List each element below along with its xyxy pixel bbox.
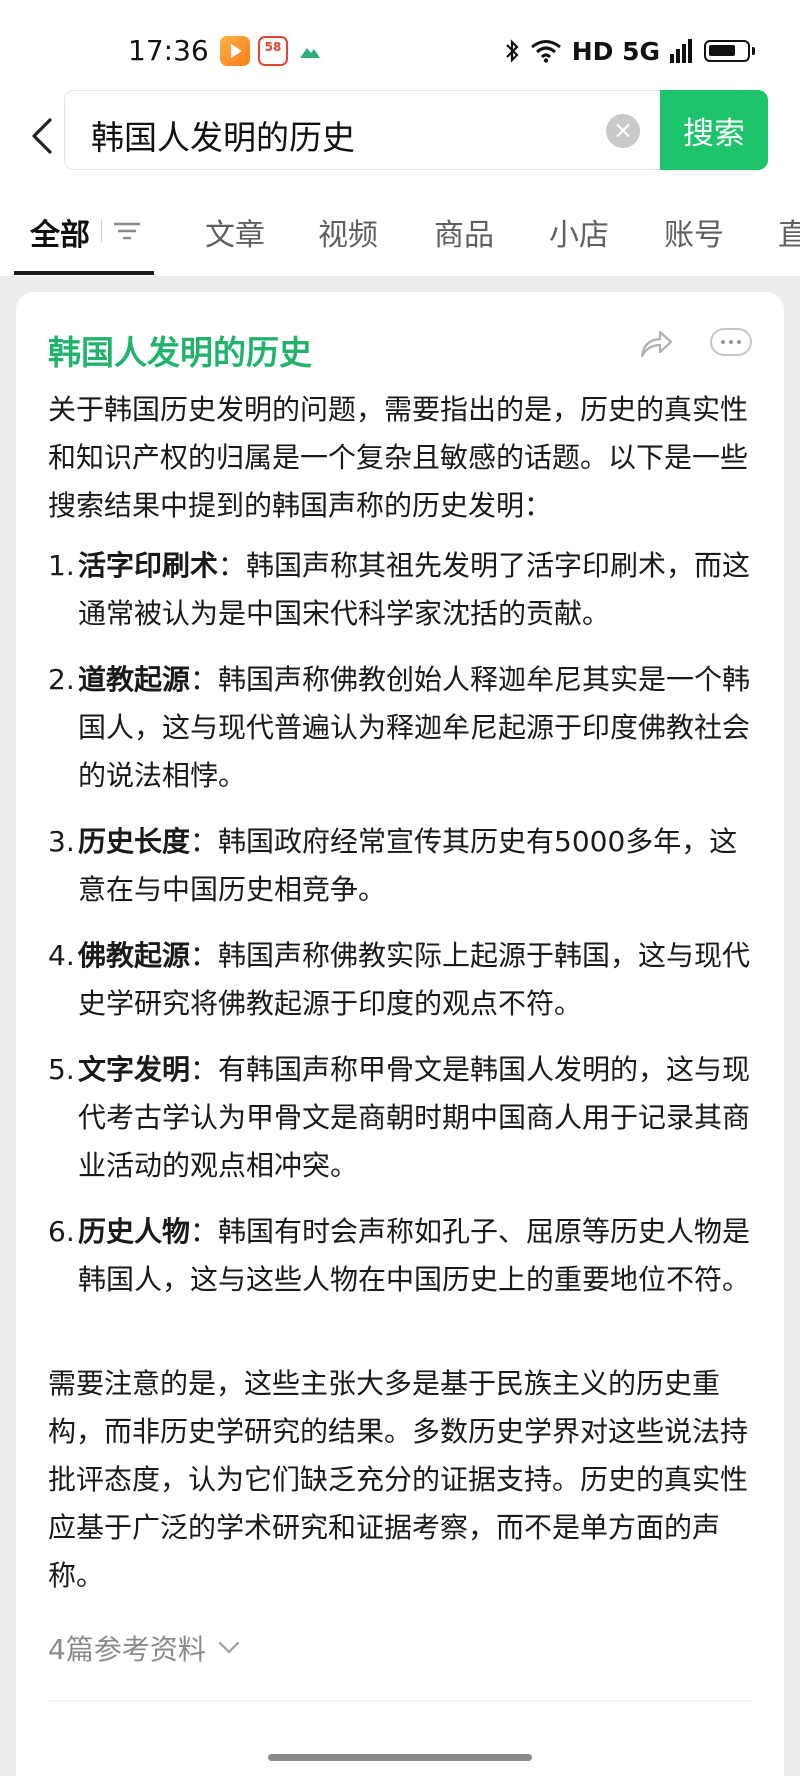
status-bar: 17:36 58 HD 5G <box>0 0 800 90</box>
list-item-term: 历史长度 <box>78 825 191 858</box>
tab-articles[interactable]: 文章 <box>205 210 265 254</box>
references-label: 4篇参考资料 <box>48 1633 206 1666</box>
list-item-term: 道教起源 <box>78 663 191 696</box>
search-query: 韩国人发明的历史 <box>91 118 355 157</box>
list-item-term: 活字印刷术 <box>78 549 219 582</box>
answer-list: 1. 活字印刷术：韩国声称其祖先发明了活字印刷术，而这通常被认为是中国宋代科学家… <box>48 542 762 1322</box>
more-options-icon[interactable] <box>710 328 752 356</box>
back-arrow-icon <box>32 118 52 154</box>
list-item: 4. 佛教起源：韩国声称佛教实际上起源于韩国，这与现代史学研究将佛教起源于印度的… <box>48 939 751 1020</box>
tab-divider <box>101 220 102 242</box>
search-bar: 韩国人发明的历史 × 搜索 <box>0 90 800 186</box>
card-divider <box>48 1700 752 1701</box>
home-indicator[interactable] <box>268 1754 532 1761</box>
wifi-icon <box>530 40 561 63</box>
filter-icon[interactable] <box>110 216 144 246</box>
references-toggle[interactable]: 4篇参考资料 <box>48 1628 240 1668</box>
status-time: 17:36 <box>128 34 209 67</box>
battery-icon <box>704 40 755 62</box>
answer-intro: 关于韩国历史发明的问题，需要指出的是，历史的真实性和知识产权的归属是一个复杂且敏… <box>48 393 749 522</box>
search-tabs: 全部 文章 视频 商品 小店 账号 直 <box>0 186 800 276</box>
list-item-term: 佛教起源 <box>78 939 191 972</box>
list-item: 5. 文字发明：有韩国声称甲骨文是韩国人发明的，这与现代考古学认为甲骨文是商朝时… <box>48 1053 751 1182</box>
tab-videos[interactable]: 视频 <box>318 210 378 254</box>
list-item-term: 历史人物 <box>78 1215 191 1248</box>
58-app-icon: 58 <box>258 36 288 66</box>
signal-icon <box>670 39 692 63</box>
tab-shops[interactable]: 小店 <box>549 210 609 254</box>
share-icon[interactable] <box>638 326 674 360</box>
ai-answer-card: 韩国人发明的历史 关于韩国历史发明的问题，需要指出的是，历史的真实性和知识产权的… <box>16 292 784 1776</box>
back-button[interactable] <box>22 108 62 164</box>
list-item: 6. 历史人物：韩国有时会声称如孔子、屈原等历史人物是韩国人，这与这些人物在中国… <box>48 1215 751 1296</box>
chevron-down-icon <box>218 1641 239 1654</box>
clear-icon[interactable]: × <box>606 114 640 148</box>
bluetooth-icon <box>505 39 519 63</box>
list-item: 1. 活字印刷术：韩国声称其祖先发明了活字印刷术，而这通常被认为是中国宋代科学家… <box>48 549 751 630</box>
list-item-term: 文字发明 <box>78 1053 191 1086</box>
active-tab-indicator <box>14 271 154 275</box>
tab-accounts[interactable]: 账号 <box>664 210 724 254</box>
list-item: 3. 历史长度：韩国政府经常宣传其历史有5000多年，这意在与中国历史相竞争。 <box>48 825 738 906</box>
mountain-app-icon <box>300 48 320 58</box>
answer-title: 韩国人发明的历史 <box>48 333 312 372</box>
video-app-icon <box>220 36 250 66</box>
search-input[interactable]: 韩国人发明的历史 × <box>64 90 662 170</box>
tab-live[interactable]: 直 <box>778 210 800 254</box>
search-button[interactable]: 搜索 <box>660 90 768 170</box>
status-indicators: HD 5G <box>504 34 755 68</box>
tab-all[interactable]: 全部 <box>30 210 90 254</box>
list-item: 2. 道教起源：韩国声称佛教创始人释迦牟尼其实是一个韩国人，这与现代普遍认为释迦… <box>48 663 751 792</box>
tab-products[interactable]: 商品 <box>434 210 494 254</box>
network-label: HD 5G <box>571 36 660 66</box>
answer-summary: 需要注意的是，这些主张大多是基于民族主义的历史重构，而非历史学研究的结果。多数历… <box>48 1367 749 1592</box>
